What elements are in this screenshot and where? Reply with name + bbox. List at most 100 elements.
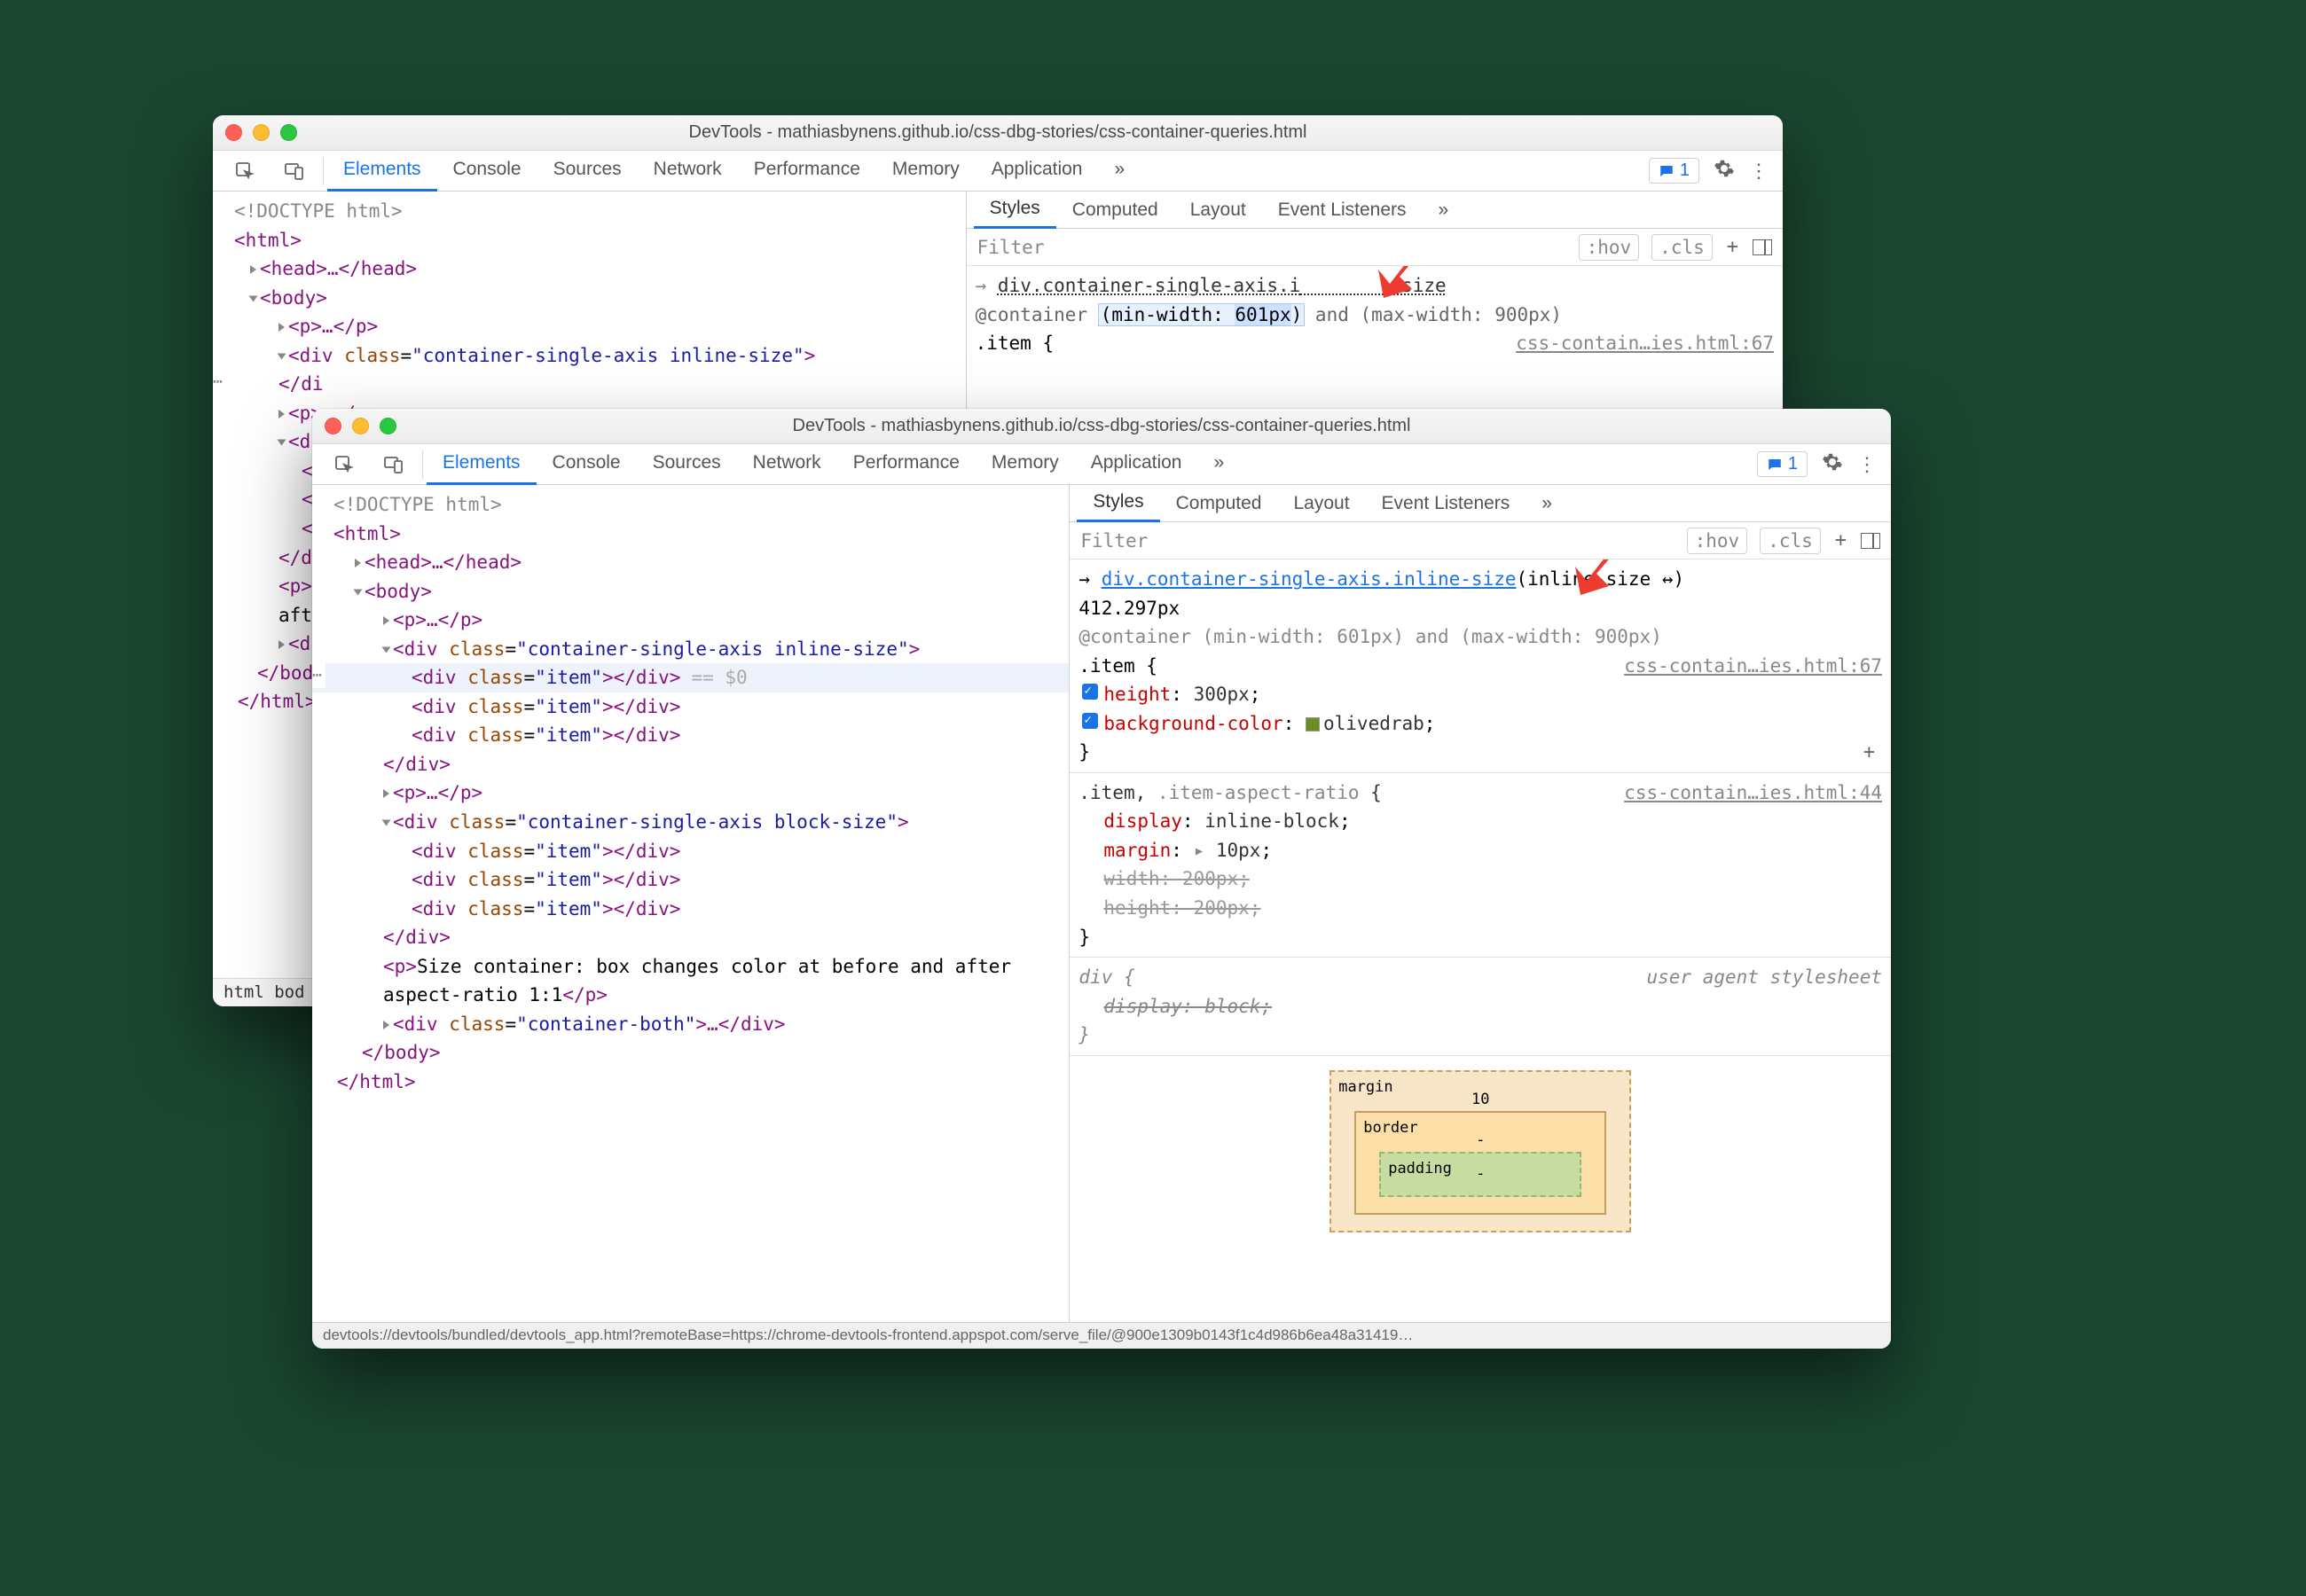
filter-input[interactable]: Filter (1080, 530, 1674, 552)
prop-bg[interactable]: background-color: olivedrab; (1078, 709, 1882, 739)
prop-margin[interactable]: margin: ▸ 10px; (1078, 836, 1882, 865)
source-link[interactable]: css-contain…ies.html:44 (1624, 778, 1882, 808)
ellipsis-icon[interactable]: ⋯ (312, 663, 326, 688)
tab-network[interactable]: Network (638, 150, 738, 192)
messages-badge[interactable]: 1 (1649, 158, 1699, 184)
tab-more[interactable]: » (1197, 443, 1240, 485)
new-rule-icon[interactable]: + (1828, 529, 1854, 552)
caret-open-icon[interactable] (249, 295, 258, 301)
cls-toggle[interactable]: .cls (1760, 528, 1821, 554)
item-div[interactable]: <div class="item"></div> (312, 865, 1069, 895)
tab-network[interactable]: Network (737, 443, 837, 485)
container1-div[interactable]: <div class="container-single-axis inline… (312, 635, 1069, 664)
caret-icon[interactable] (383, 1021, 389, 1029)
styles-rules[interactable]: → div.container-single-axis.inline-size(… (1070, 559, 1891, 1322)
tab-console[interactable]: Console (437, 150, 537, 192)
subtab-event-listeners[interactable]: Event Listeners (1366, 486, 1526, 521)
tab-performance[interactable]: Performance (738, 150, 876, 192)
tab-console[interactable]: Console (537, 443, 637, 485)
crumb-html[interactable]: html bod (224, 982, 305, 1002)
caret-icon[interactable] (383, 616, 389, 625)
checkbox-icon[interactable] (1082, 684, 1098, 700)
subtab-styles[interactable]: Styles (974, 191, 1056, 229)
color-swatch-icon[interactable] (1306, 717, 1320, 732)
tab-application[interactable]: Application (1075, 443, 1198, 485)
tab-elements[interactable]: Elements (327, 150, 437, 192)
p-text[interactable]: <p>Size container: box changes color at … (312, 952, 1069, 1010)
rule2-selector[interactable]: .item, .item-aspect-ratio { (1078, 782, 1381, 803)
filter-input[interactable]: Filter (977, 237, 1566, 258)
titlebar[interactable]: DevTools - mathiasbynens.github.io/css-d… (312, 409, 1891, 444)
caret-open-icon[interactable] (354, 589, 363, 595)
p-node[interactable]: <p>…</p> (393, 609, 482, 630)
caret-open-icon[interactable] (278, 440, 286, 446)
caret-icon[interactable] (278, 410, 285, 419)
tab-performance[interactable]: Performance (837, 443, 976, 485)
add-prop-icon[interactable]: + (1856, 738, 1882, 768)
caret-open-icon[interactable] (382, 820, 391, 826)
hov-toggle[interactable]: :hov (1579, 234, 1640, 261)
subtab-event-listeners[interactable]: Event Listeners (1262, 192, 1423, 228)
hov-toggle[interactable]: :hov (1687, 528, 1748, 554)
sidebar-toggle-icon[interactable] (1861, 533, 1880, 549)
body-open[interactable]: <body> (365, 581, 432, 602)
source-link[interactable]: css-contain…ies.html:67 (1624, 652, 1882, 681)
html-open[interactable]: <html> (333, 523, 401, 544)
checkbox-icon[interactable] (1082, 713, 1098, 729)
caret-icon[interactable] (383, 789, 389, 798)
p-node[interactable]: <p>…</p> (288, 316, 378, 337)
container3-div[interactable]: <div class="container-both">…</div> (312, 1010, 1069, 1039)
kebab-icon[interactable]: ⋮ (1857, 453, 1877, 476)
item-div[interactable]: <div class="item"></div> (312, 692, 1069, 722)
subtab-computed[interactable]: Computed (1160, 486, 1278, 521)
caret-open-icon[interactable] (278, 353, 286, 359)
tab-more[interactable]: » (1098, 150, 1141, 192)
body-open[interactable]: <body> (260, 287, 327, 309)
prop-display[interactable]: display: inline-block; (1078, 807, 1882, 836)
container-rule[interactable]: @container (min-width: 601px) and (max-w… (976, 301, 1774, 330)
container-div[interactable]: <div class="container-single-axis inline… (213, 341, 966, 371)
item-div[interactable]: <div class="item"></div> (312, 837, 1069, 866)
device-toggle-icon[interactable] (369, 454, 419, 475)
tab-memory[interactable]: Memory (876, 150, 976, 192)
device-toggle-icon[interactable] (270, 160, 319, 182)
caret-icon[interactable] (278, 640, 285, 649)
settings-icon[interactable] (1822, 451, 1843, 478)
p-node[interactable]: <p>…</p> (393, 782, 482, 803)
subtab-more[interactable]: » (1423, 192, 1465, 228)
dom-tree[interactable]: <!DOCTYPE html> <html> <head>…</head> <b… (312, 485, 1070, 1322)
tab-sources[interactable]: Sources (637, 443, 737, 485)
container-target[interactable]: → div.container-single-axis.inline-size(… (1078, 565, 1882, 594)
subtab-styles[interactable]: Styles (1077, 484, 1159, 522)
tab-sources[interactable]: Sources (537, 150, 638, 192)
subtab-layout[interactable]: Layout (1277, 486, 1365, 521)
prop-height-overridden[interactable]: height: 200px; (1078, 894, 1882, 923)
kebab-icon[interactable]: ⋮ (1749, 160, 1769, 183)
caret-icon[interactable] (278, 323, 285, 332)
subtab-layout[interactable]: Layout (1174, 192, 1262, 228)
item-div-selected[interactable]: ⋯ <div class="item"></div>== $0 (312, 663, 1069, 692)
titlebar[interactable]: DevTools - mathiasbynens.github.io/css-d… (213, 115, 1783, 151)
tab-application[interactable]: Application (976, 150, 1099, 192)
html-open[interactable]: <html> (234, 230, 302, 251)
cls-toggle[interactable]: .cls (1651, 234, 1713, 261)
box-model[interactable]: margin 10 border - padding - (1329, 1070, 1631, 1232)
head[interactable]: <head>…</head> (365, 552, 522, 573)
item-div[interactable]: <div class="item"></div> (312, 895, 1069, 924)
inspect-icon[interactable] (220, 160, 270, 182)
subtab-computed[interactable]: Computed (1056, 192, 1174, 228)
padding-top-val[interactable]: - (1476, 1165, 1485, 1183)
subtab-more[interactable]: » (1526, 486, 1568, 521)
inspect-icon[interactable] (319, 454, 369, 475)
source-link[interactable]: css-contain…ies.html:67 (1516, 329, 1774, 358)
tab-memory[interactable]: Memory (976, 443, 1075, 485)
messages-badge[interactable]: 1 (1757, 451, 1808, 477)
caret-icon[interactable] (355, 559, 361, 567)
container-rule[interactable]: @container (min-width: 601px) and (max-w… (1078, 622, 1882, 652)
item-div[interactable]: <div class="item"></div> (312, 721, 1069, 750)
ellipsis-icon[interactable]: ⋯ (213, 370, 226, 395)
prop-width-overridden[interactable]: width: 200px; (1078, 864, 1882, 894)
caret-icon[interactable] (250, 265, 256, 274)
sidebar-toggle-icon[interactable] (1753, 239, 1772, 255)
tab-elements[interactable]: Elements (427, 443, 537, 485)
